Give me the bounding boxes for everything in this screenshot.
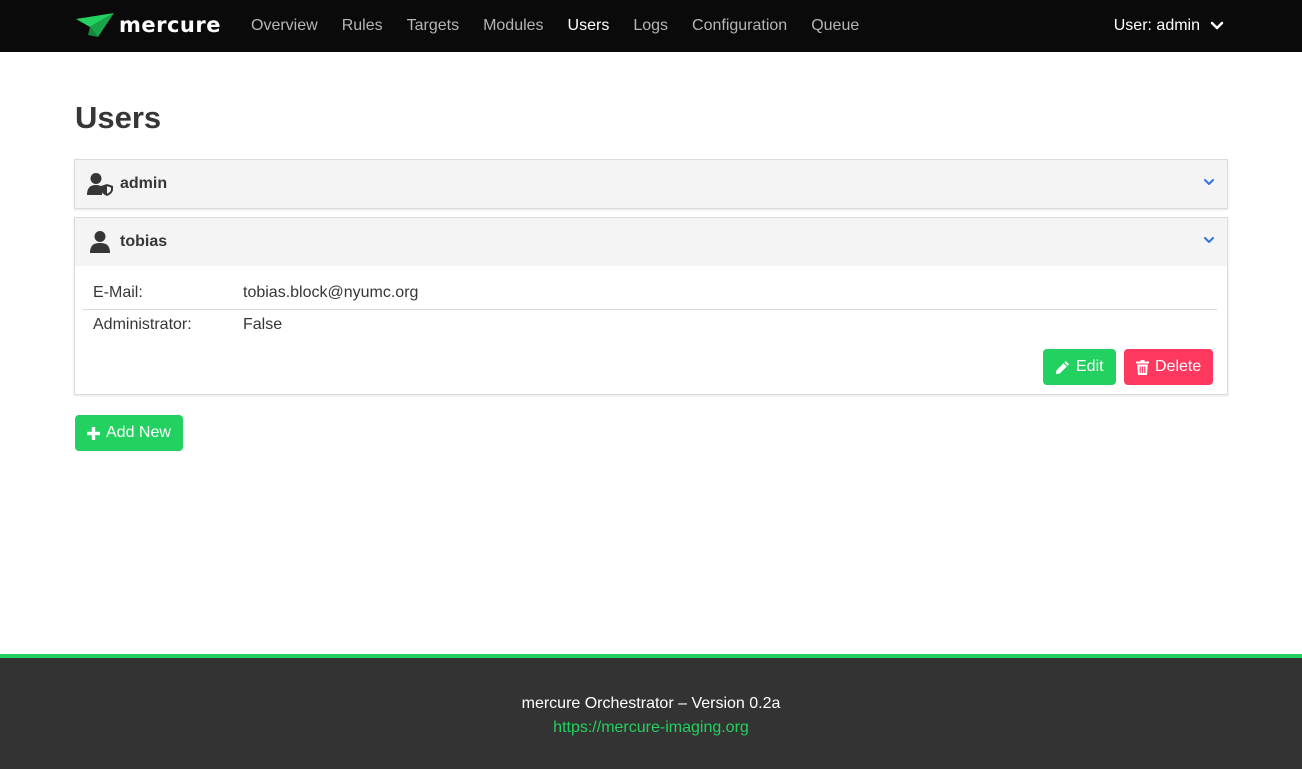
page-footer: mercure Orchestrator – Version 0.2a http… (0, 654, 1302, 769)
user-name: tobias (120, 233, 168, 250)
add-new-label: Add New (106, 424, 171, 441)
pencil-icon (1055, 360, 1070, 374)
user-shield-icon (87, 173, 113, 196)
chevron-down-icon[interactable] (1203, 236, 1215, 245)
user-icon (90, 231, 110, 253)
add-new-button[interactable]: Add New (75, 415, 183, 451)
edit-label: Edit (1076, 358, 1104, 375)
nav-item-queue[interactable]: Queue (799, 0, 871, 52)
user-menu[interactable]: User: admin (1114, 0, 1224, 52)
delete-label: Delete (1155, 358, 1202, 375)
field-row-email: E-Mail: tobias.block@nyumc.org (83, 278, 1217, 310)
user-card-admin: admin (74, 159, 1228, 209)
page-title: Users (75, 100, 162, 135)
user-card-tobias: tobias E-Mail: tobias.block@nyumc.org Ad… (74, 217, 1228, 395)
user-card-header[interactable]: tobias (75, 218, 1227, 266)
brand-logo[interactable]: mercure (76, 12, 221, 38)
plus-icon (87, 426, 100, 440)
nav-item-rules[interactable]: Rules (330, 0, 395, 52)
user-card-body: E-Mail: tobias.block@nyumc.org Administr… (75, 266, 1227, 394)
chevron-down-icon[interactable] (1203, 178, 1215, 187)
user-menu-label: User: admin (1113, 17, 1200, 34)
main-nav: Overview Rules Targets Modules Users Log… (239, 0, 871, 52)
trash-icon (1136, 359, 1149, 375)
field-label: E-Mail: (93, 284, 143, 301)
version-text: mercure Orchestrator – Version 0.2a (521, 695, 781, 712)
nav-item-configuration[interactable]: Configuration (680, 0, 799, 52)
delete-button[interactable]: Delete (1124, 349, 1214, 385)
field-value: tobias.block@nyumc.org (243, 284, 419, 301)
nav-item-modules[interactable]: Modules (471, 0, 555, 52)
field-label: Administrator: (93, 316, 192, 333)
website-link[interactable]: https://mercure-imaging.org (0, 719, 1302, 737)
nav-item-users[interactable]: Users (556, 0, 622, 52)
nav-item-overview[interactable]: Overview (239, 0, 330, 52)
nav-item-logs[interactable]: Logs (621, 0, 680, 52)
user-name: admin (120, 175, 168, 192)
brand-name: mercure (119, 13, 221, 37)
paper-plane-icon (76, 13, 114, 37)
nav-item-targets[interactable]: Targets (395, 0, 471, 52)
top-navbar: mercure Overview Rules Targets Modules U… (0, 0, 1302, 52)
chevron-down-icon (1210, 21, 1224, 30)
field-value: False (243, 316, 283, 333)
field-row-administrator: Administrator: False (83, 310, 1217, 342)
user-card-header[interactable]: admin (75, 160, 1227, 208)
edit-button[interactable]: Edit (1043, 349, 1116, 385)
